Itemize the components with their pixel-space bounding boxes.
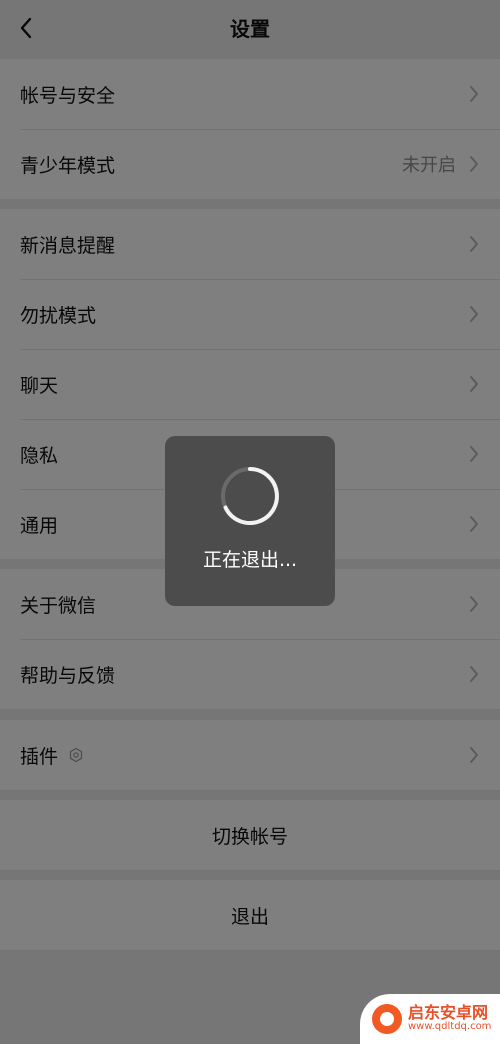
toast-text: 正在退出... (202, 548, 298, 571)
site-watermark: 启东安卓网 www.qdltdq.com (360, 994, 500, 1044)
loading-toast: 正在退出... (165, 436, 335, 606)
loading-spinner-icon (221, 466, 279, 525)
watermark-logo-icon (372, 1004, 402, 1034)
watermark-url: www.qdltdq.com (408, 1021, 492, 1033)
settings-screen: 设置 帐号与安全 青少年模式 未开启 新消息提醒 (0, 0, 500, 1044)
watermark-title: 启东安卓网 (408, 1003, 489, 1023)
